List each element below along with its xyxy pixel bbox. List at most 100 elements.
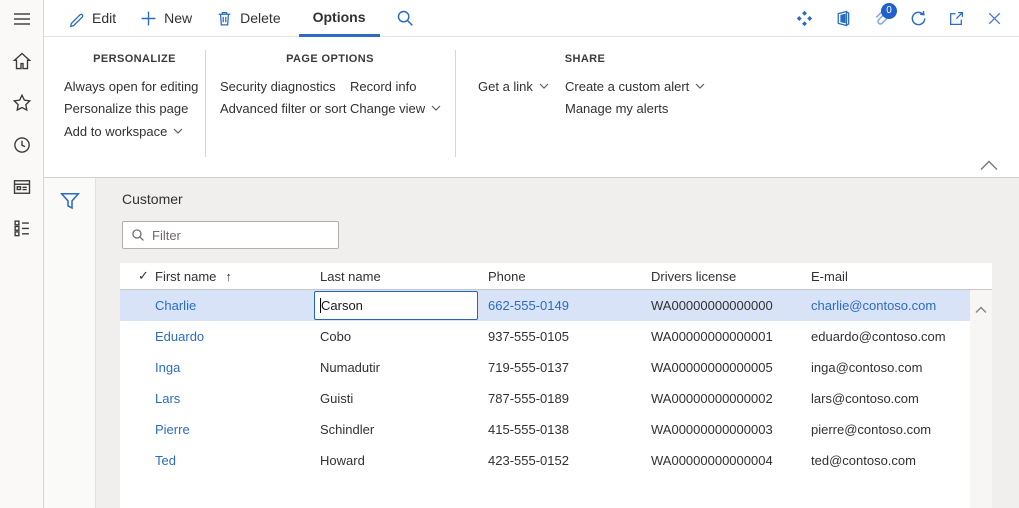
table-row[interactable]: Pierre Schindler 415-555-0138 WA00000000… [120, 414, 992, 445]
column-header-email[interactable]: E-mail [811, 263, 848, 289]
filter-search-icon [131, 228, 145, 242]
section-divider [205, 50, 206, 157]
edit-label: Edit [92, 10, 117, 26]
page-title: Customer [122, 191, 183, 207]
modules-list-icon[interactable] [12, 218, 32, 238]
email-link[interactable]: charlie@contoso.com [811, 290, 936, 321]
drivers-license-cell[interactable]: WA00000000000004 [651, 445, 773, 476]
chevron-down-icon [173, 128, 183, 135]
trash-icon [216, 10, 233, 27]
first-name-link[interactable]: Pierre [155, 414, 190, 445]
menu-item-record-info[interactable]: Record info [350, 77, 416, 95]
diamond-grid-icon[interactable] [796, 10, 813, 27]
drivers-license-cell[interactable]: WA00000000000002 [651, 383, 773, 414]
table-row[interactable]: Eduardo Cobo 937-555-0105 WA000000000000… [120, 321, 992, 352]
last-name-cell[interactable]: Schindler [320, 414, 374, 445]
section-title-share: SHARE [564, 53, 606, 65]
favorites-star-icon[interactable] [12, 93, 32, 113]
new-button[interactable]: New [136, 0, 196, 36]
table-row[interactable]: Lars Guisti 787-555-0189 WA0000000000000… [120, 383, 992, 414]
drivers-license-cell[interactable]: WA00000000000003 [651, 414, 773, 445]
edit-button[interactable]: Edit [64, 0, 120, 36]
attachments-icon[interactable]: 0 [872, 2, 897, 27]
office-icon[interactable] [834, 10, 851, 27]
section-title-personalize: PERSONALIZE [93, 53, 176, 65]
email-cell[interactable]: inga@contoso.com [811, 352, 922, 383]
table-row[interactable]: Ted Howard 423-555-0152 WA00000000000004… [120, 445, 992, 476]
chevron-down-icon [695, 83, 705, 90]
filter-input[interactable] [152, 227, 322, 243]
nav-rail [0, 0, 44, 508]
section-divider [455, 50, 456, 157]
pencil-icon [68, 10, 85, 27]
recent-clock-icon[interactable] [12, 135, 32, 155]
phone-cell[interactable]: 937-555-0105 [488, 321, 569, 352]
delete-button[interactable]: Delete [212, 0, 284, 36]
section-title-page-options: PAGE OPTIONS [286, 53, 374, 65]
last-name-cell[interactable]: Numadutir [320, 352, 380, 383]
close-icon[interactable] [986, 10, 1003, 27]
first-name-link[interactable]: Charlie [155, 290, 196, 321]
page-form-icon[interactable] [12, 177, 32, 197]
table-row-selected[interactable]: Charlie 662-555-0149 WA00000000000000 ch… [120, 290, 970, 321]
grid-filter-box[interactable] [122, 221, 339, 249]
menu-item-create-a-custom-alert[interactable]: Create a custom alert [565, 77, 705, 95]
new-label: New [164, 10, 193, 26]
last-name-cell[interactable]: Cobo [320, 321, 351, 352]
command-bar-right-icons: 0 [796, 2, 1019, 27]
phone-cell[interactable]: 787-555-0189 [488, 383, 569, 414]
menu-item-add-to-workspace[interactable]: Add to workspace [64, 122, 183, 140]
chevron-down-icon [431, 105, 441, 112]
grid-header-row: ✓ First name ↑ Last name Phone Drivers l… [120, 263, 992, 290]
menu-item-always-open-for-editing[interactable]: Always open for editing [64, 77, 198, 95]
drivers-license-cell[interactable]: WA00000000000000 [651, 290, 773, 321]
drivers-license-cell[interactable]: WA00000000000001 [651, 321, 773, 352]
email-cell[interactable]: ted@contoso.com [811, 445, 916, 476]
email-cell[interactable]: lars@contoso.com [811, 383, 919, 414]
first-name-link[interactable]: Ted [155, 445, 176, 476]
filter-pane-strip [44, 178, 96, 508]
first-name-link[interactable]: Eduardo [155, 321, 204, 352]
email-cell[interactable]: eduardo@contoso.com [811, 321, 946, 352]
scrollbar-up-arrow-icon[interactable] [975, 306, 987, 314]
options-ribbon: PERSONALIZE PAGE OPTIONS SHARE Always op… [44, 37, 1019, 178]
tab-options[interactable]: Options [298, 0, 380, 37]
options-label: Options [312, 8, 366, 25]
column-header-last-name[interactable]: Last name [320, 263, 381, 289]
menu-item-get-a-link[interactable]: Get a link [478, 77, 549, 95]
collapse-ribbon-chevron-up-icon[interactable] [980, 160, 998, 172]
refresh-icon[interactable] [910, 10, 927, 27]
last-name-edit-input[interactable] [314, 291, 478, 320]
command-bar: Edit New Delete Options 0 [44, 0, 1019, 37]
last-name-edit-cell[interactable] [314, 291, 478, 320]
menu-item-security-diagnostics[interactable]: Security diagnostics [220, 77, 336, 95]
show-filters-funnel-icon[interactable] [60, 192, 80, 210]
menu-item-change-view[interactable]: Change view [350, 99, 441, 117]
select-all-checkmark[interactable]: ✓ [138, 263, 149, 289]
vertical-scrollbar[interactable] [970, 290, 992, 508]
column-header-first-name[interactable]: First name ↑ [155, 263, 232, 289]
email-cell[interactable]: pierre@contoso.com [811, 414, 931, 445]
column-header-phone[interactable]: Phone [488, 263, 526, 289]
drivers-license-cell[interactable]: WA00000000000005 [651, 352, 773, 383]
menu-item-advanced-filter-or-sort[interactable]: Advanced filter or sort [220, 99, 346, 117]
first-name-link[interactable]: Inga [155, 352, 180, 383]
open-in-new-window-icon[interactable] [948, 10, 965, 27]
text-caret [320, 298, 321, 313]
phone-cell[interactable]: 415-555-0138 [488, 414, 569, 445]
column-header-drivers-license[interactable]: Drivers license [651, 263, 736, 289]
phone-link[interactable]: 662-555-0149 [488, 290, 569, 321]
table-row[interactable]: Inga Numadutir 719-555-0137 WA0000000000… [120, 352, 992, 383]
search-icon[interactable] [396, 9, 414, 27]
last-name-cell[interactable]: Howard [320, 445, 365, 476]
phone-cell[interactable]: 423-555-0152 [488, 445, 569, 476]
hamburger-menu-icon[interactable] [12, 9, 32, 29]
phone-cell[interactable]: 719-555-0137 [488, 352, 569, 383]
customer-grid: ✓ First name ↑ Last name Phone Drivers l… [120, 263, 992, 508]
last-name-cell[interactable]: Guisti [320, 383, 353, 414]
delete-label: Delete [240, 10, 281, 26]
first-name-link[interactable]: Lars [155, 383, 180, 414]
menu-item-manage-my-alerts[interactable]: Manage my alerts [565, 99, 668, 117]
home-icon[interactable] [12, 51, 32, 71]
menu-item-personalize-this-page[interactable]: Personalize this page [64, 99, 188, 117]
